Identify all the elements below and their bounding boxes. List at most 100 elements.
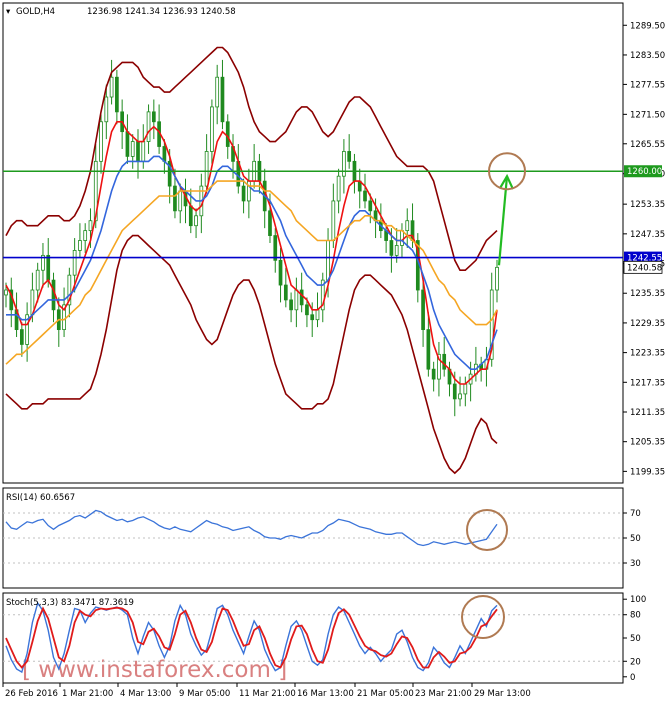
price-tick-label: 1283.50 (630, 51, 665, 61)
time-tick-label: 16 Mar 13:00 (297, 689, 354, 699)
candle (125, 114, 130, 164)
candle-body (394, 245, 399, 256)
candle (109, 59, 114, 105)
candle-body (188, 205, 193, 227)
candle (262, 168, 267, 229)
candle (331, 183, 336, 248)
stoch-tick-label: 0 (630, 673, 635, 683)
candle-body (315, 309, 320, 321)
stoch-tick-label: 20 (630, 657, 641, 667)
candle-body (400, 230, 404, 246)
candle-body (294, 289, 299, 311)
candle (194, 208, 198, 239)
candle (210, 99, 214, 164)
rsi-layer: 70 50 30 (3, 509, 641, 569)
candle (431, 361, 436, 392)
price-tick-label: 1247.35 (630, 230, 665, 240)
candle-body (458, 393, 462, 400)
candle-body (421, 289, 425, 330)
candle (458, 376, 462, 407)
candle-body (146, 111, 151, 142)
candle (9, 277, 14, 328)
time-tick-label: 9 Mar 05:00 (179, 689, 230, 699)
candle-body (495, 266, 499, 291)
candle-body (326, 240, 330, 281)
rsi-tick-label: 50 (630, 534, 641, 544)
candle-body (305, 304, 309, 316)
candle-body (283, 284, 288, 301)
candle-body (368, 200, 373, 212)
candle-body (405, 220, 410, 232)
candle-body (136, 141, 140, 162)
candle-body (289, 299, 293, 311)
candle (67, 267, 72, 318)
price-tick-label: 1253.35 (630, 200, 665, 210)
candle-body (4, 289, 8, 296)
candle-body (104, 96, 109, 123)
candle-body (125, 131, 130, 157)
candle-body (88, 220, 93, 232)
candle-body (173, 185, 177, 212)
rsi-panel-title: RSI(14) 60.6567 (6, 493, 75, 503)
candle-body (389, 240, 394, 256)
stoch-tick-label: 50 (630, 634, 641, 644)
candle-body (241, 185, 246, 202)
candle (151, 99, 156, 140)
candle (405, 208, 410, 248)
candle (442, 337, 447, 377)
time-tick-label: 11 Mar 21:00 (239, 689, 296, 699)
candle (463, 376, 468, 407)
candle-body (363, 190, 367, 202)
price-tick-label: 1277.55 (630, 80, 665, 90)
candle-body (431, 368, 436, 380)
candle (19, 322, 24, 357)
price-tick-label: 1217.35 (630, 378, 665, 388)
candle (352, 153, 357, 194)
candle-body (442, 353, 447, 370)
price-tick-label: 1265.55 (630, 140, 665, 150)
candle-body (220, 76, 225, 123)
candle-body (273, 235, 278, 261)
candle-body (347, 151, 352, 162)
candle-body (310, 314, 315, 321)
candle-body (115, 76, 119, 113)
candle-body (225, 121, 230, 147)
candle (146, 104, 151, 154)
time-tick-label: 21 Mar 05:00 (357, 689, 414, 699)
chart-toggle-icon[interactable]: ▾ (6, 7, 11, 17)
candle-body (426, 329, 431, 370)
candle (130, 134, 135, 169)
candle-body (19, 329, 24, 345)
candle (99, 114, 103, 174)
candle (357, 168, 362, 209)
candle (347, 134, 352, 169)
candle-body (204, 151, 209, 187)
candle (278, 247, 283, 303)
time-tick-label: 4 Mar 13:00 (120, 689, 171, 699)
rsi-line-0 (5, 509, 498, 547)
candle-body (72, 250, 77, 276)
candle (294, 277, 299, 328)
price-tick-label: 1199.35 (630, 467, 665, 477)
candle-body (268, 210, 272, 236)
candle-body (99, 121, 103, 162)
candle (115, 69, 119, 125)
price-tick-label: 1235.35 (630, 289, 665, 299)
candle (289, 292, 293, 323)
candle (215, 64, 220, 125)
candle-body (151, 111, 156, 123)
rsi-tick-label: 30 (630, 559, 641, 569)
ohlc-header: 1236.98 1241.34 1236.93 1240.58 (87, 7, 236, 17)
price-tick-label: 1211.35 (630, 408, 665, 418)
price-layer: 1289.501283.501277.551271.501265.551259.… (3, 21, 665, 477)
candle (83, 223, 88, 253)
price-panel-title: GOLD,H4 (16, 7, 55, 17)
candle (241, 178, 246, 214)
candle (283, 267, 288, 308)
candle (25, 302, 29, 362)
stoch-panel-title: Stoch(5,3,3) 83.3471 87.3619 (6, 598, 134, 608)
candle (273, 228, 278, 273)
time-tick-label: 23 Mar 21:00 (415, 689, 472, 699)
candle (51, 272, 56, 323)
stoch-tick-label: 80 (630, 611, 641, 621)
